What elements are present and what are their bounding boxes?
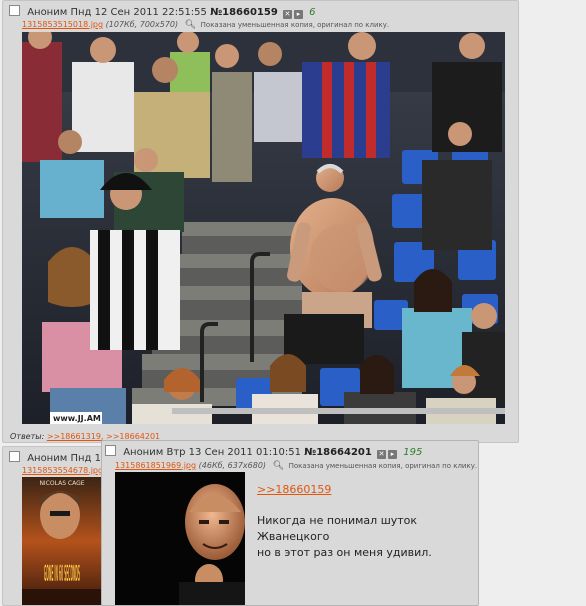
post-header: Аноним Пнд 12 Сен 2011 22:51:55 №1866015… bbox=[9, 5, 316, 19]
reply-count: 195 bbox=[403, 447, 423, 458]
file-meta: (46Кб, 637x680) bbox=[198, 461, 267, 470]
post-datetime: Втр 13 Сен 2011 01:10:51 bbox=[166, 447, 301, 458]
reply-arrow-icon[interactable]: ▸ bbox=[388, 450, 398, 459]
message-line: но в этот раз он меня удивил. bbox=[257, 546, 432, 559]
post-datetime: Пнд 12 Сен 2011 22:51:55 bbox=[70, 7, 207, 18]
post-image[interactable] bbox=[115, 472, 245, 605]
post-18660159: Аноним Пнд 12 Сен 2011 22:51:55 №1866015… bbox=[2, 0, 519, 443]
image-search-icon[interactable]: 🔍︎ bbox=[273, 461, 284, 471]
thread-page: { "post1": { "name": "Аноним", "datetime… bbox=[0, 0, 586, 606]
post-number[interactable]: №18664201 bbox=[304, 447, 372, 458]
file-link[interactable]: 1315853515018.jpg bbox=[22, 20, 103, 29]
post-previous: Аноним Пнд 12 Се 1315853554678.jpg NICOL… bbox=[2, 446, 124, 606]
poster-name: Аноним bbox=[27, 7, 68, 18]
post-18664201: Аноним Втр 13 Сен 2011 01:10:51 №1866420… bbox=[101, 440, 479, 606]
reply-count: 6 bbox=[309, 7, 316, 18]
hide-post-icon[interactable]: ✕ bbox=[282, 10, 292, 19]
poster-title: GONE IN 60 SECONDS bbox=[44, 562, 80, 587]
file-info: 1315853554678.jpg bbox=[22, 466, 103, 475]
poster-name: Аноним bbox=[27, 453, 68, 464]
post-message: Никогда не понимал шуток Жванецкого но в… bbox=[257, 513, 478, 561]
image-search-icon[interactable]: 🔍︎ bbox=[185, 20, 196, 30]
image-watermark: www.JJ.AM bbox=[53, 414, 101, 423]
file-info: 1315861851969.jpg (46Кб, 637x680) 🔍︎ Пок… bbox=[115, 461, 477, 471]
file-link[interactable]: 1315853554678.jpg bbox=[22, 466, 103, 475]
file-link[interactable]: 1315861851969.jpg bbox=[115, 461, 196, 470]
poster-actor: NICOLAS CAGE bbox=[39, 480, 84, 487]
post-image[interactable]: NICOLAS CAGE GONE IN 60 SECONDS bbox=[22, 477, 102, 605]
file-info: 1315853515018.jpg (107Кб, 700x570) 🔍︎ По… bbox=[22, 20, 389, 30]
post-header: Аноним Втр 13 Сен 2011 01:10:51 №1866420… bbox=[105, 445, 422, 459]
file-meta: (107Кб, 700x570) bbox=[105, 20, 179, 29]
post-number[interactable]: №18660159 bbox=[210, 7, 278, 18]
poster-name: Аноним bbox=[123, 447, 164, 458]
checkbox-icon[interactable] bbox=[9, 5, 20, 16]
reply-arrow-icon[interactable]: ▸ bbox=[293, 10, 303, 19]
checkbox-icon[interactable] bbox=[9, 451, 20, 462]
reply-reference-link[interactable]: >>18660159 bbox=[257, 483, 331, 496]
post-image[interactable]: www.JJ.AM bbox=[22, 32, 505, 424]
thumb-note: Показана уменьшенная копия, оригинал по … bbox=[200, 21, 390, 29]
hide-post-icon[interactable]: ✕ bbox=[377, 450, 387, 459]
message-line: Никогда не понимал шуток Жванецкого bbox=[257, 514, 418, 543]
replies-label: Ответы: bbox=[10, 432, 45, 441]
thumb-note: Показана уменьшенная копия, оригинал по … bbox=[288, 462, 478, 470]
checkbox-icon[interactable] bbox=[105, 445, 116, 456]
